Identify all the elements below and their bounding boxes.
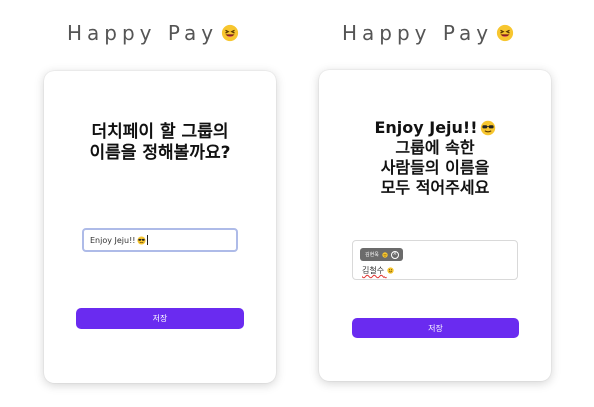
sunglasses-face-icon [480, 120, 496, 136]
member-chip: 김현욱 × [360, 248, 403, 261]
brand-title: Happy Pay [67, 21, 219, 45]
smiling-face-icon [386, 267, 394, 274]
brand-header-left: Happy Pay [67, 21, 240, 45]
member-names-input[interactable]: 김현욱 × 김철수 [352, 240, 518, 280]
prompt-group-name: Enjoy Jeju!! [374, 118, 478, 137]
member-names-prompt: Enjoy Jeju!! 그룹에 속한 사람들의 이름을 모두 적어주세요 [319, 118, 551, 198]
save-button[interactable]: 저장 [76, 308, 244, 329]
save-button-label: 저장 [428, 323, 443, 333]
grinning-squinting-face-icon [495, 23, 515, 43]
member-names-card: Enjoy Jeju!! 그룹에 속한 사람들의 이름을 모두 적어주세요 김현… [319, 70, 551, 381]
member-chip-label: 김현욱 [365, 252, 379, 258]
save-button[interactable]: 저장 [352, 318, 519, 338]
prompt-line-1: 더치페이 할 그룹의 [91, 122, 229, 142]
prompt-line-2: 이름을 정해볼까요? [89, 143, 231, 163]
group-name-prompt: 더치페이 할 그룹의 이름을 정해볼까요? [44, 122, 276, 164]
prompt-group-name-line: Enjoy Jeju!! [319, 118, 551, 138]
prompt-line-4: 모두 적어주세요 [380, 178, 490, 197]
group-name-value: Enjoy Jeju!! [90, 235, 136, 245]
prompt-line-2: 그룹에 속한 [395, 138, 475, 157]
group-name-card: 더치페이 할 그룹의 이름을 정해볼까요? Enjoy Jeju!! 저장 [44, 71, 276, 383]
sunglasses-face-icon [136, 235, 146, 245]
new-member-name-value: 김철수 [362, 266, 385, 275]
prompt-line-3: 사람들의 이름을 [380, 158, 490, 177]
brand-title: Happy Pay [342, 21, 494, 45]
group-name-input[interactable]: Enjoy Jeju!! [82, 228, 238, 252]
smiling-face-icon [382, 251, 388, 258]
brand-header-right: Happy Pay [342, 21, 515, 45]
remove-member-icon[interactable]: × [390, 250, 399, 259]
new-member-name: 김철수 [362, 265, 394, 276]
save-button-label: 저장 [152, 314, 168, 323]
grinning-squinting-face-icon [220, 23, 240, 43]
text-caret [146, 235, 148, 245]
